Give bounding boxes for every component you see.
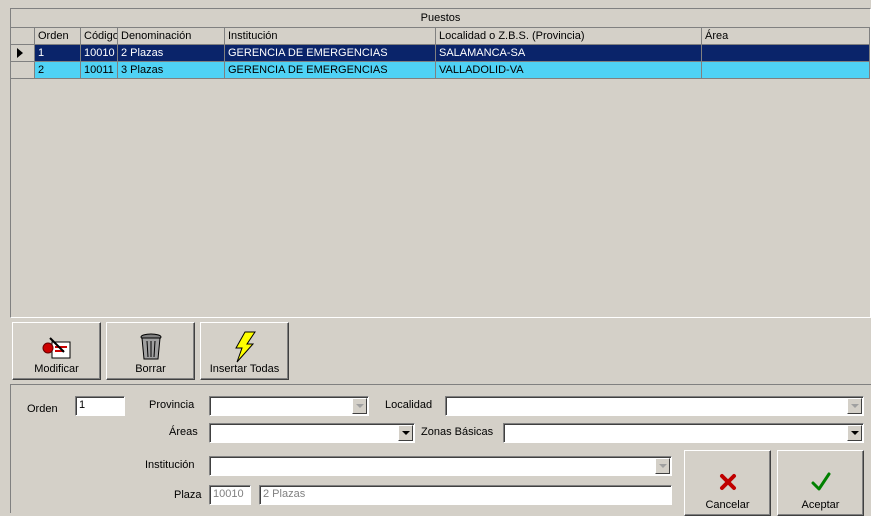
institucion-select[interactable]	[209, 456, 672, 476]
zonas-basicas-label: Zonas Básicas	[421, 426, 494, 438]
cell-codigo[interactable]: 10011	[81, 62, 118, 79]
borrar-button[interactable]: Borrar	[106, 322, 195, 380]
cell-denominacion[interactable]: 2 Plazas	[118, 45, 225, 62]
column-header-denominacion[interactable]: Denominación	[118, 28, 225, 45]
borrar-label: Borrar	[135, 363, 166, 375]
institucion-dropdown-icon[interactable]	[655, 458, 670, 474]
grid-header: Orden Código Denominación Institución Lo…	[11, 28, 870, 45]
row-indicator	[11, 62, 35, 79]
provincia-select[interactable]	[209, 396, 369, 416]
cell-orden[interactable]: 1	[35, 45, 81, 62]
plaza-code-input[interactable]: 10010	[209, 485, 251, 505]
modificar-button[interactable]: Modificar	[12, 322, 101, 380]
provincia-dropdown-icon[interactable]	[352, 398, 367, 414]
toolbar: Modificar Borrar Insertar Todas	[12, 322, 289, 380]
edit-panel: Orden 1 Provincia Localidad Áreas Zonas …	[10, 384, 871, 516]
areas-label: Áreas	[169, 426, 198, 438]
aceptar-label: Aceptar	[801, 499, 840, 511]
aceptar-button[interactable]: Aceptar	[777, 450, 864, 516]
row-indicator	[11, 45, 35, 62]
edit-document-icon	[40, 331, 74, 363]
institucion-label: Institución	[145, 459, 195, 471]
cancelar-button[interactable]: Cancelar	[684, 450, 771, 516]
areas-select[interactable]	[209, 423, 415, 443]
modificar-label: Modificar	[34, 363, 79, 375]
cell-orden[interactable]: 2	[35, 62, 81, 79]
column-header-orden[interactable]: Orden	[35, 28, 81, 45]
column-header-area[interactable]: Área	[702, 28, 870, 45]
cell-area[interactable]	[702, 45, 870, 62]
orden-input[interactable]: 1	[75, 396, 125, 416]
cell-institucion[interactable]: GERENCIA DE EMERGENCIAS	[225, 45, 436, 62]
table-row[interactable]: 1 10010 2 Plazas GERENCIA DE EMERGENCIAS…	[11, 45, 870, 62]
plaza-label: Plaza	[174, 489, 202, 501]
plaza-name-input[interactable]: 2 Plazas	[259, 485, 672, 505]
cell-codigo[interactable]: 10010	[81, 45, 118, 62]
insertar-todas-label: Insertar Todas	[209, 363, 280, 375]
puestos-grid[interactable]: Puestos Orden Código Denominación Instit…	[10, 8, 871, 318]
column-header-institucion[interactable]: Institución	[225, 28, 436, 45]
localidad-label: Localidad	[385, 399, 433, 411]
cell-localidad[interactable]: VALLADOLID-VA	[436, 62, 702, 79]
localidad-dropdown-icon[interactable]	[847, 398, 862, 414]
cell-area[interactable]	[702, 62, 870, 79]
cell-localidad[interactable]: SALAMANCA-SA	[436, 45, 702, 62]
header-indicator	[11, 28, 35, 45]
column-header-codigo[interactable]: Código	[81, 28, 118, 45]
grid-title: Puestos	[11, 9, 870, 28]
trash-can-icon	[138, 331, 164, 363]
localidad-select[interactable]	[445, 396, 864, 416]
zonas-basicas-select[interactable]	[503, 423, 864, 443]
current-row-arrow-icon	[17, 48, 23, 58]
cancel-x-icon	[718, 465, 738, 499]
lightning-bolt-icon	[231, 331, 259, 363]
cancelar-label: Cancelar	[705, 499, 750, 511]
zonas-basicas-dropdown-icon[interactable]	[847, 425, 862, 441]
insertar-todas-button[interactable]: Insertar Todas	[200, 322, 289, 380]
table-row[interactable]: 2 10011 3 Plazas GERENCIA DE EMERGENCIAS…	[11, 62, 870, 79]
cell-denominacion[interactable]: 3 Plazas	[118, 62, 225, 79]
checkmark-icon	[810, 465, 832, 499]
column-header-localidad[interactable]: Localidad o Z.B.S. (Provincia)	[436, 28, 702, 45]
orden-label: Orden	[27, 403, 58, 415]
areas-dropdown-icon[interactable]	[398, 425, 413, 441]
cell-institucion[interactable]: GERENCIA DE EMERGENCIAS	[225, 62, 436, 79]
provincia-label: Provincia	[149, 399, 195, 411]
